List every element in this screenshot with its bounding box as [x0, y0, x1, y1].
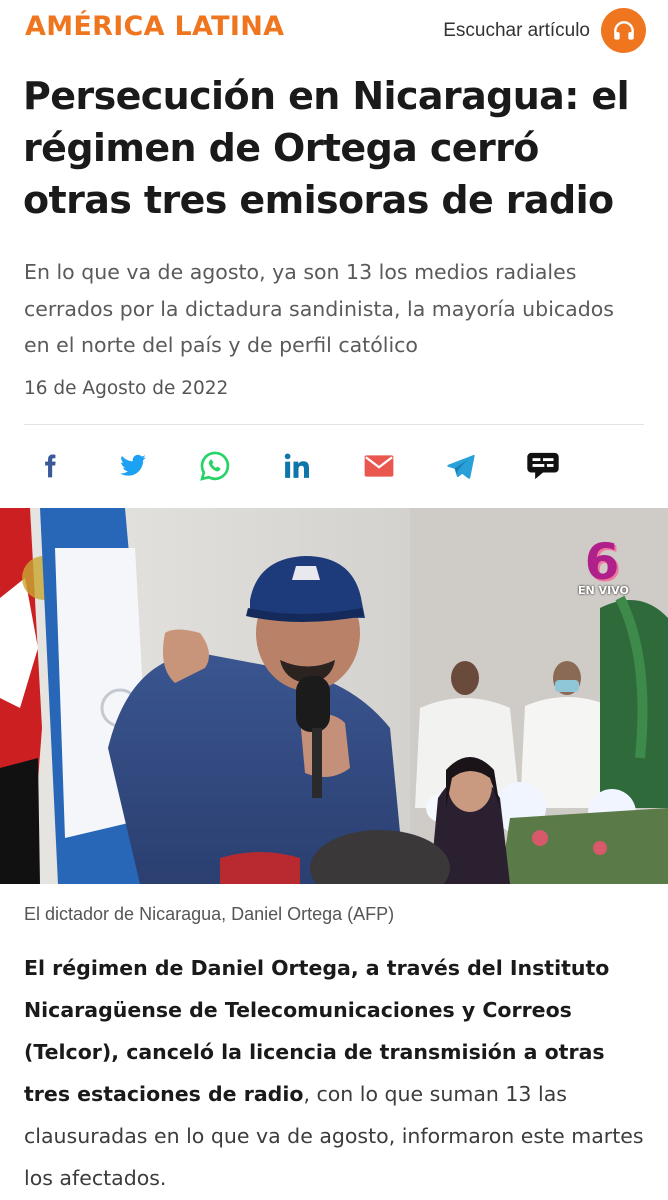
listen-label: Escuchar artículo [443, 19, 590, 41]
twitter-share-button[interactable] [111, 444, 155, 488]
facebook-icon [45, 454, 56, 478]
headphones-icon[interactable] [601, 8, 646, 53]
divider [24, 424, 644, 425]
image-caption: El dictador de Nicaragua, Daniel Ortega … [24, 904, 395, 924]
article-date: 16 de Agosto de 2022 [24, 378, 229, 399]
tv-channel-logo: 6 EN VIVO [578, 533, 629, 597]
article-body-paragraph: El régimen de Daniel Ortega, a través de… [24, 947, 649, 1199]
twitter-icon [120, 454, 146, 476]
comments-icon [527, 452, 559, 480]
article-photo: 6 EN VIVO [0, 508, 668, 884]
photo-illustration [0, 508, 668, 884]
comments-button[interactable] [521, 444, 565, 488]
whatsapp-icon [200, 451, 230, 481]
email-share-button[interactable] [357, 444, 401, 488]
telegram-share-button[interactable] [439, 444, 483, 488]
tv-live-label: EN VIVO [578, 584, 629, 597]
top-bar: AMÉRICA LATINA Escuchar artículo [0, 0, 668, 58]
facebook-share-button[interactable] [28, 444, 72, 488]
share-bar [24, 444, 644, 488]
tv-channel-number: 6 [584, 533, 620, 591]
linkedin-share-button[interactable] [275, 444, 319, 488]
telegram-icon [447, 454, 475, 479]
listen-article-button[interactable]: Escuchar artículo [443, 8, 646, 53]
article-headline: Persecución en Nicaragua: el régimen de … [23, 74, 630, 222]
section-link[interactable]: AMÉRICA LATINA [25, 11, 284, 42]
email-icon [364, 455, 394, 477]
article-subheadline: En lo que va de agosto, ya son 13 los me… [24, 260, 614, 357]
whatsapp-share-button[interactable] [193, 444, 237, 488]
linkedin-icon [284, 453, 309, 478]
